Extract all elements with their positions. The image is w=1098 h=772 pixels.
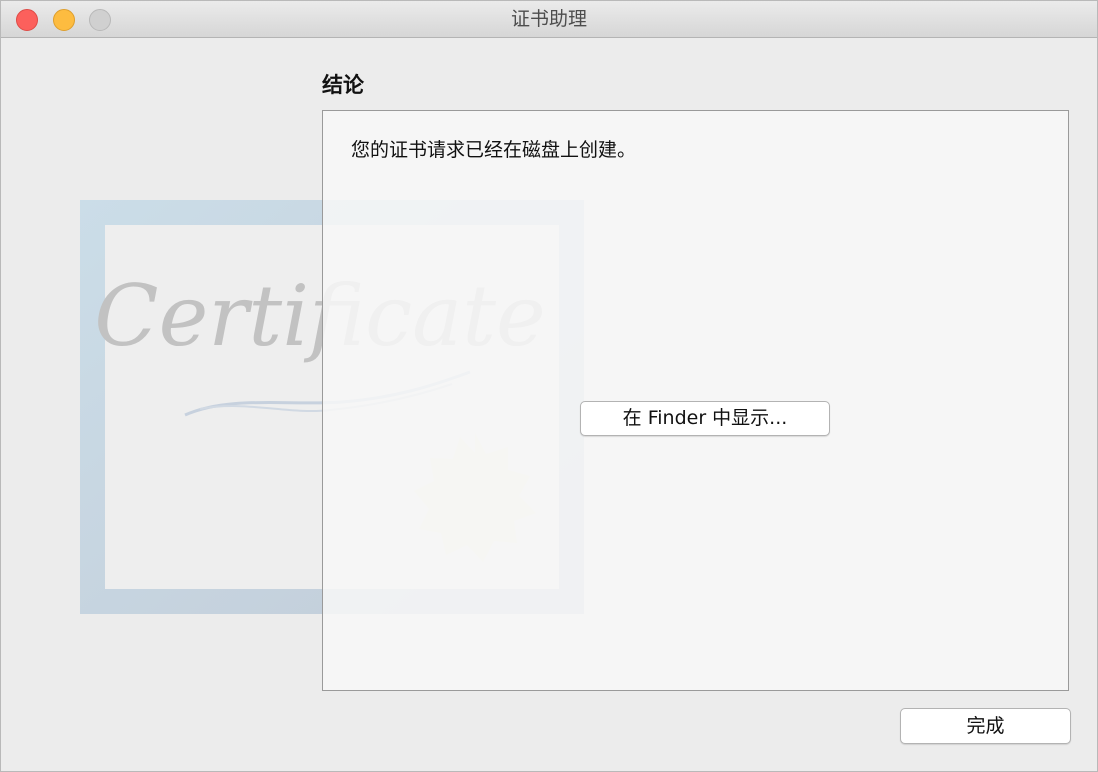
window-content: Certificate 结论 您的证书请求已经在磁盘上创建。 在 Finder … [1,38,1097,771]
section-title: 结论 [322,73,364,97]
done-button[interactable]: 完成 [900,708,1071,744]
result-message: 您的证书请求已经在磁盘上创建。 [351,139,637,161]
window-title: 证书助理 [510,8,587,30]
conclusion-panel: 您的证书请求已经在磁盘上创建。 在 Finder 中显示... [322,110,1069,691]
show-in-finder-button[interactable]: 在 Finder 中显示... [580,401,830,436]
title-bar[interactable]: 证书助理 [1,1,1097,38]
certificate-assistant-window: 证书助理 Certificate 结论 您的证书请求已经在磁盘上创建。 在 Fi… [0,0,1098,772]
